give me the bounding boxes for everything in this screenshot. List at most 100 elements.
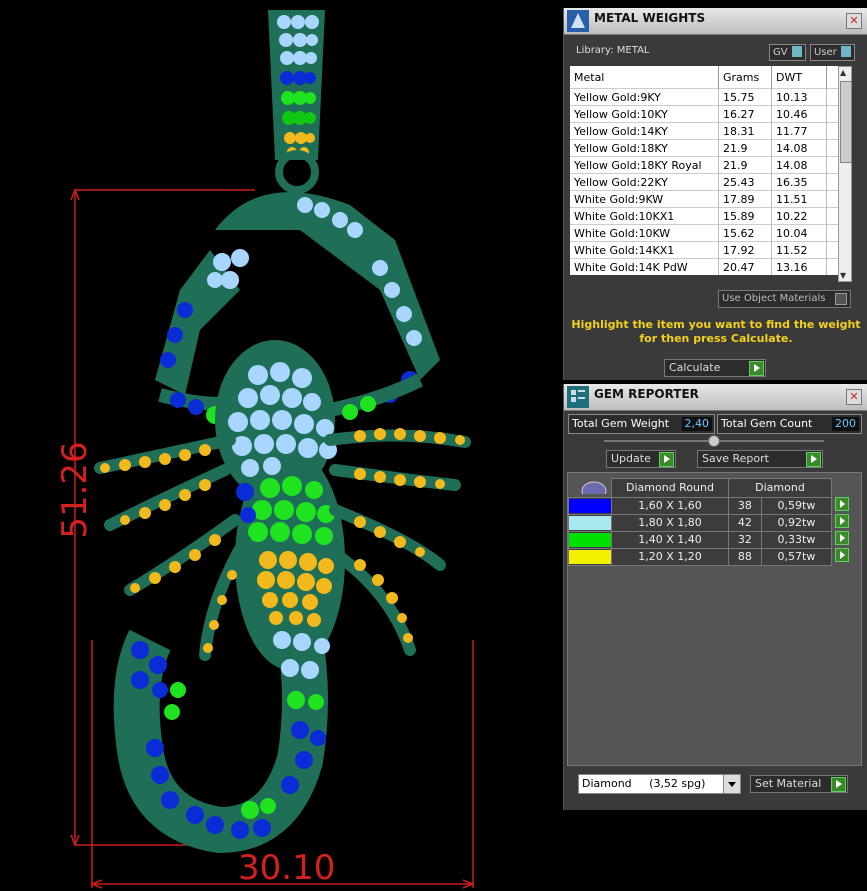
scrollbar-thumb[interactable] [840, 81, 852, 163]
metal-row[interactable]: White Gold:14KX1 17.92 11.52 [570, 241, 849, 259]
dwt-cell: 11.77 [771, 122, 827, 140]
set-material-label: Set Material [755, 777, 822, 790]
dimension-width-label: 30.10 [238, 848, 336, 888]
metal-row[interactable]: Yellow Gold:9KY 15.75 10.13 [570, 88, 849, 106]
bail [268, 10, 325, 194]
dwt-cell: 14.08 [771, 156, 827, 174]
use-object-materials-checkbox[interactable]: Use Object Materials [718, 290, 851, 308]
gem-size-cell: 1,80 X 1,80 [611, 513, 729, 532]
checkbox-box[interactable] [835, 293, 847, 305]
dwt-cell: 10.13 [771, 88, 827, 106]
close-icon[interactable]: ✕ [846, 389, 862, 405]
gem-count-cell: 32 [728, 530, 762, 549]
total-gem-weight-field: Total Gem Weight 2,40 [568, 414, 715, 434]
gem-reporter-panel: GEM REPORTER ✕ Total Gem Weight 2,40 Tot… [563, 384, 867, 810]
grams-cell: 25.43 [718, 173, 772, 191]
gem-weight-cell: 0,57tw [760, 547, 833, 566]
metal-row[interactable]: Yellow Gold:22KY 25.43 16.35 [570, 173, 849, 191]
close-icon[interactable]: ✕ [846, 13, 862, 29]
play-arrow-icon [659, 452, 674, 467]
column-header-grams[interactable]: Grams [718, 66, 772, 89]
gem-row[interactable]: 1,40 X 1,40 32 0,33tw [568, 530, 853, 549]
chevron-down-icon[interactable] [723, 775, 740, 793]
use-object-materials-label: Use Object Materials [722, 293, 826, 304]
gem-report-area: Diamond Round Diamond 1,60 X 1,60 38 0,59t… [567, 472, 862, 766]
metal-weights-panel: METAL WEIGHTS ✕ Library: METAL GV User M… [563, 8, 867, 380]
dwt-cell: 13.16 [771, 258, 827, 275]
grams-cell: 18.31 [718, 122, 772, 140]
gem-reporter-titlebar[interactable]: GEM REPORTER ✕ [564, 384, 867, 411]
color-swatch [569, 498, 611, 513]
metal-weights-icon [567, 10, 589, 32]
library-label: Library: METAL [576, 45, 650, 56]
metal-name-cell: Yellow Gold:18KY [570, 139, 719, 157]
dwt-cell: 11.51 [771, 190, 827, 208]
metal-name-cell: White Gold:10KX1 [570, 207, 719, 225]
metal-table: Metal Grams DWT Yellow Gold:9KY 15.75 10.1… [570, 66, 849, 275]
user-toggle[interactable]: User [810, 44, 855, 61]
grams-cell: 15.75 [718, 88, 772, 106]
metal-row[interactable]: White Gold:10KW 15.62 10.04 [570, 224, 849, 242]
gv-toggle[interactable]: GV [769, 44, 806, 61]
metal-name-cell: White Gold:14KX1 [570, 241, 719, 259]
color-swatch [569, 549, 611, 564]
save-report-button[interactable]: Save Report [697, 450, 823, 468]
dwt-cell: 16.35 [771, 173, 827, 191]
gem-shape-header: Diamond Round [611, 478, 729, 498]
column-header-metal[interactable]: Metal [570, 66, 719, 89]
update-label: Update [611, 452, 651, 465]
metal-row[interactable]: Yellow Gold:18KY Royal 21.9 14.08 [570, 156, 849, 174]
gem-size-slider[interactable] [604, 435, 824, 447]
metal-row[interactable]: Yellow Gold:18KY 21.9 14.08 [570, 139, 849, 157]
metal-row[interactable]: White Gold:10KX1 15.89 10.22 [570, 207, 849, 225]
gem-color-swatch[interactable] [568, 530, 612, 549]
3d-viewport[interactable]: 30.10 51.26 [0, 0, 563, 891]
gem-count-cell: 42 [728, 513, 762, 532]
play-arrow-icon[interactable] [835, 531, 849, 545]
gem-row[interactable]: 1,60 X 1,60 38 0,59tw [568, 496, 853, 515]
gem-reporter-icon [567, 386, 589, 408]
gem-row[interactable]: 1,20 X 1,20 88 0,57tw [568, 547, 853, 566]
total-gem-weight-value: 2,40 [681, 417, 712, 431]
scroll-down-icon[interactable]: ▼ [840, 271, 846, 280]
gem-count-cell: 88 [728, 547, 762, 566]
column-header-dwt[interactable]: DWT [771, 66, 827, 89]
metal-weights-title: METAL WEIGHTS [594, 11, 706, 25]
dimension-height-label: 51.26 [55, 441, 95, 539]
color-swatch [569, 515, 611, 530]
metal-weights-titlebar[interactable]: METAL WEIGHTS ✕ [564, 8, 867, 35]
metal-row[interactable]: White Gold:14K PdW 20.47 13.16 [570, 258, 849, 275]
gem-color-swatch[interactable] [568, 513, 612, 532]
play-arrow-icon[interactable] [835, 514, 849, 528]
gem-reporter-title: GEM REPORTER [594, 387, 699, 401]
save-report-label: Save Report [702, 452, 769, 465]
play-arrow-icon[interactable] [835, 548, 850, 562]
gem-weight-cell: 0,59tw [760, 496, 833, 515]
update-button[interactable]: Update [606, 450, 676, 468]
set-material-button[interactable]: Set Material [750, 775, 848, 793]
metal-row[interactable]: White Gold:9KW 17.89 11.51 [570, 190, 849, 208]
gem-color-swatch[interactable] [568, 496, 612, 515]
metal-row[interactable]: Yellow Gold:10KY 16.27 10.46 [570, 105, 849, 123]
gem-weight-cell: 0,92tw [760, 513, 833, 532]
grams-cell: 20.47 [718, 258, 772, 275]
play-arrow-icon [749, 361, 764, 376]
instruction-text: Highlight the item you want to find the … [564, 318, 867, 346]
material-select[interactable]: Diamond (3,52 spg) [578, 774, 741, 794]
total-gem-count-field: Total Gem Count 200 [717, 414, 862, 434]
dwt-cell: 10.46 [771, 105, 827, 123]
metal-name-cell: Yellow Gold:14KY [570, 122, 719, 140]
scroll-up-icon[interactable]: ▲ [840, 68, 846, 77]
gem-color-swatch[interactable] [568, 547, 612, 566]
metal-table-scrollbar[interactable]: ▲ ▼ [838, 66, 852, 282]
gem-row[interactable]: 1,80 X 1,80 42 0,92tw [568, 513, 853, 532]
dwt-cell: 14.08 [771, 139, 827, 157]
play-arrow-icon[interactable] [835, 497, 849, 511]
slider-knob[interactable] [708, 435, 720, 447]
gem-size-cell: 1,60 X 1,60 [611, 496, 729, 515]
metal-row[interactable]: Yellow Gold:14KY 18.31 11.77 [570, 122, 849, 140]
calculate-button[interactable]: Calculate [664, 359, 766, 377]
metal-name-cell: Yellow Gold:22KY [570, 173, 719, 191]
total-gem-weight-label: Total Gem Weight [572, 417, 670, 430]
grams-cell: 15.89 [718, 207, 772, 225]
